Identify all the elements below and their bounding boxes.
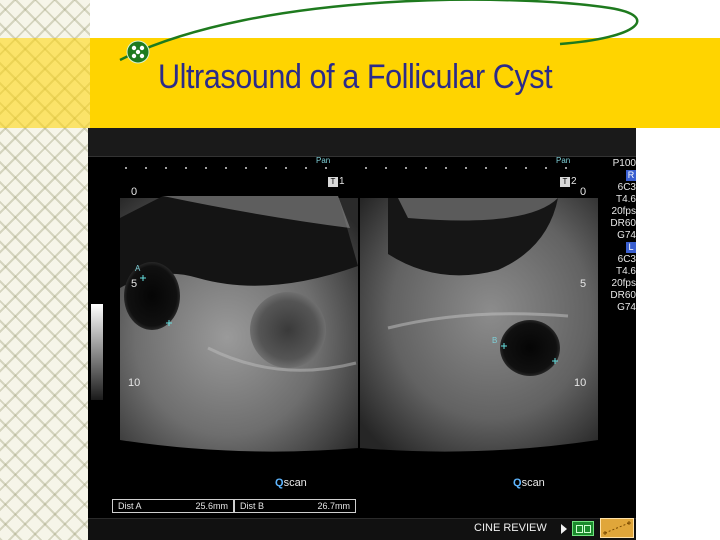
bottom-status-strip xyxy=(88,518,636,540)
qscan-q-left: Q xyxy=(275,477,284,489)
qscan-label-left: Qscan xyxy=(275,477,307,489)
measurement-b: Dist B 26.7mm xyxy=(234,499,356,513)
caliper-icon[interactable] xyxy=(600,518,634,538)
screen-header xyxy=(88,128,636,157)
depth-mark-left-5: 5 xyxy=(131,278,138,290)
frame-id-right: T2 xyxy=(560,176,577,187)
qscan-q-right: Q xyxy=(513,477,522,489)
caliper-label-b: B xyxy=(492,336,498,345)
depth-mark-right-0: 0 xyxy=(580,186,587,198)
depth-mark-left-0: 0 xyxy=(131,186,138,198)
scan-parameters: P100 R 6C3 T4.6 20fps DR60 G74 L 6C3 T4.… xyxy=(598,158,636,314)
param-left-0: 6C3 xyxy=(617,254,636,265)
ultrasound-scan-image xyxy=(120,196,598,452)
frame-label-right: T xyxy=(560,177,570,187)
pan-badge-right: Pan xyxy=(556,156,571,165)
param-right-0: 6C3 xyxy=(617,182,636,193)
frame-number-left: 1 xyxy=(339,176,345,187)
top-scale-dots xyxy=(125,167,567,169)
pan-badge-left: Pan xyxy=(316,156,331,165)
depth-mark-right-10: 10 xyxy=(574,377,587,389)
param-right-4: G74 xyxy=(617,230,636,241)
param-right-3: DR60 xyxy=(610,218,636,229)
caliper-icon-glyph xyxy=(603,521,631,535)
right-marker: R xyxy=(626,170,636,181)
param-left-3: DR60 xyxy=(610,290,636,301)
param-right-2: 20fps xyxy=(611,206,636,217)
qscan-text-left: scan xyxy=(283,477,307,489)
depth-mark-right-5: 5 xyxy=(580,278,587,290)
film-strip-icon[interactable] xyxy=(572,521,594,536)
frame-label-left: T xyxy=(328,177,338,187)
frame-number-right: 2 xyxy=(571,176,577,187)
grayscale-bar xyxy=(91,304,103,400)
qscan-text-right: scan xyxy=(521,477,545,489)
measurement-a: Dist A 25.6mm xyxy=(112,499,234,513)
param-left-1: T4.6 xyxy=(615,266,636,277)
measurement-b-value: 26.7mm xyxy=(317,501,350,511)
play-arrow-icon[interactable] xyxy=(561,524,567,534)
measurement-bar: Dist A 25.6mm Dist B 26.7mm xyxy=(112,499,356,515)
measurement-a-value: 25.6mm xyxy=(195,501,228,511)
page-title: Ultrasound of a Follicular Cyst xyxy=(158,58,553,96)
param-left-2: 20fps xyxy=(611,278,636,289)
measurement-a-label: Dist A xyxy=(118,501,142,511)
frame-id-left: T1 xyxy=(328,176,345,187)
depth-mark-left-10: 10 xyxy=(128,377,141,389)
left-marker: L xyxy=(626,242,636,253)
param-left-4: G74 xyxy=(617,302,636,313)
cine-review-label: CINE REVIEW xyxy=(474,522,547,534)
caliper-label-a: A xyxy=(135,264,141,273)
qscan-label-right: Qscan xyxy=(513,477,545,489)
ultrasound-screen: Pan Pan T1 T2 0 5 10 0 5 10 A B P100 R 6… xyxy=(88,128,636,540)
power-value: P100 xyxy=(612,158,636,169)
param-right-1: T4.6 xyxy=(615,194,636,205)
measurement-b-label: Dist B xyxy=(240,501,265,511)
